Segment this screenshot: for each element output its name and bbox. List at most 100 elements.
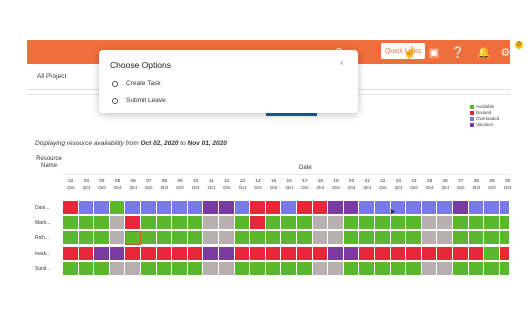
availability-cell[interactable] (141, 216, 157, 231)
availability-cell[interactable] (203, 231, 219, 246)
availability-cell[interactable] (515, 216, 517, 231)
availability-cell[interactable] (234, 261, 251, 276)
radio-icon[interactable] (112, 97, 118, 104)
availability-cell[interactable] (328, 246, 344, 261)
availability-cell[interactable] (234, 201, 251, 215)
availability-cell[interactable] (250, 201, 266, 215)
availability-cell[interactable] (390, 216, 407, 231)
bell-icon[interactable]: 🔔 (477, 40, 491, 64)
availability-cell[interactable] (359, 261, 375, 276)
availability-cell[interactable] (78, 216, 95, 231)
availability-cell[interactable] (468, 231, 485, 246)
availability-cell[interactable] (437, 246, 453, 261)
availability-cell[interactable] (437, 261, 453, 276)
availability-cell[interactable] (297, 216, 313, 231)
availability-cell[interactable] (359, 216, 375, 231)
availability-cell[interactable] (297, 246, 313, 261)
availability-cell[interactable] (125, 246, 141, 261)
availability-cell[interactable] (63, 246, 79, 261)
availability-cell[interactable] (406, 246, 422, 261)
availability-cell[interactable] (499, 261, 510, 276)
availability-cell[interactable] (156, 216, 173, 231)
availability-cell[interactable] (484, 216, 500, 231)
availability-cell[interactable] (234, 216, 251, 231)
availability-cell[interactable] (156, 246, 173, 261)
availability-cell[interactable] (453, 261, 469, 276)
availability-cell[interactable] (453, 216, 469, 231)
availability-cell[interactable] (156, 201, 173, 215)
availability-cell[interactable] (234, 231, 251, 246)
availability-cell[interactable] (265, 246, 282, 261)
availability-cell[interactable] (219, 246, 235, 261)
availability-cell[interactable] (453, 201, 469, 215)
availability-cell[interactable] (359, 246, 375, 261)
availability-cell[interactable] (78, 261, 95, 276)
availability-cell[interactable] (219, 201, 235, 215)
availability-cell[interactable] (94, 246, 110, 261)
availability-cell[interactable] (375, 216, 391, 231)
availability-cell[interactable] (328, 216, 344, 231)
availability-cell[interactable] (343, 201, 360, 215)
availability-cell[interactable] (203, 261, 219, 276)
availability-cell[interactable] (312, 246, 329, 261)
availability-cell[interactable] (421, 201, 438, 215)
availability-cell[interactable] (172, 201, 188, 215)
availability-cell[interactable] (219, 216, 235, 231)
availability-cell[interactable] (499, 216, 510, 231)
availability-cell[interactable] (203, 201, 219, 215)
availability-cell[interactable] (265, 261, 282, 276)
availability-cell[interactable] (297, 201, 313, 215)
availability-cell[interactable] (219, 231, 235, 246)
availability-cell[interactable] (63, 261, 79, 276)
resource-name[interactable]: Mark... (35, 220, 50, 226)
availability-cell[interactable] (265, 216, 282, 231)
availability-cell[interactable] (499, 246, 510, 261)
availability-cell[interactable] (250, 231, 266, 246)
availability-cell[interactable] (265, 231, 282, 246)
availability-cell[interactable] (94, 231, 110, 246)
availability-cell[interactable] (187, 216, 204, 231)
settings-icon[interactable]: ⚙ (501, 40, 511, 64)
availability-cell[interactable] (78, 246, 95, 261)
chat-icon[interactable]: ▣ (427, 40, 441, 64)
project-selector[interactable]: All Project (37, 73, 66, 80)
availability-cell[interactable] (109, 231, 126, 246)
resource-name[interactable]: Dani... (35, 205, 49, 211)
availability-cell[interactable] (499, 201, 510, 215)
availability-cell[interactable] (281, 231, 297, 246)
availability-cell[interactable] (437, 201, 453, 215)
availability-cell[interactable] (172, 261, 188, 276)
resource-name[interactable]: Rich... (35, 235, 49, 241)
availability-cell[interactable] (468, 201, 485, 215)
availability-cell[interactable] (390, 246, 407, 261)
availability-cell[interactable] (406, 201, 422, 215)
availability-cell[interactable] (390, 261, 407, 276)
availability-cell[interactable] (63, 231, 79, 246)
availability-cell[interactable] (109, 216, 126, 231)
availability-cell[interactable] (515, 261, 517, 276)
hand-pointer-icon[interactable]: ☝ (403, 40, 417, 64)
availability-cell[interactable] (203, 246, 219, 261)
availability-cell[interactable] (297, 231, 313, 246)
option-create-task[interactable]: Create Task (112, 80, 161, 87)
availability-cell[interactable] (109, 246, 126, 261)
availability-cell[interactable] (141, 246, 157, 261)
availability-cell[interactable] (281, 201, 297, 215)
availability-cell[interactable] (187, 261, 204, 276)
availability-cell[interactable] (187, 246, 204, 261)
availability-cell[interactable] (312, 216, 329, 231)
availability-cell[interactable] (328, 231, 344, 246)
availability-cell[interactable] (484, 261, 500, 276)
availability-cell[interactable] (172, 246, 188, 261)
availability-cell[interactable] (421, 246, 438, 261)
availability-cell[interactable] (156, 231, 173, 246)
availability-cell[interactable] (406, 261, 422, 276)
availability-cell[interactable] (250, 261, 266, 276)
availability-cell[interactable] (406, 216, 422, 231)
availability-cell[interactable] (515, 246, 517, 261)
availability-cell[interactable] (156, 261, 173, 276)
availability-cell[interactable] (515, 201, 517, 215)
availability-cell[interactable] (250, 216, 266, 231)
availability-cell[interactable] (125, 216, 141, 231)
availability-cell[interactable] (515, 231, 517, 246)
